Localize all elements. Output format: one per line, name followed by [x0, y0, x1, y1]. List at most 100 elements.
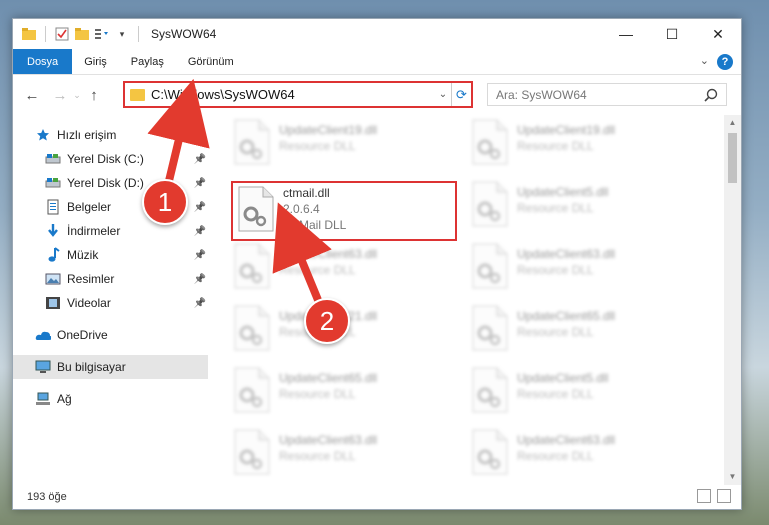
- file-name: UpdateClient65.dll: [279, 371, 378, 385]
- customize-icon[interactable]: [94, 26, 110, 42]
- music-icon: [45, 247, 61, 263]
- close-button[interactable]: ✕: [695, 19, 741, 49]
- tab-share[interactable]: Paylaş: [119, 49, 176, 74]
- properties-icon[interactable]: [54, 26, 70, 42]
- pin-icon[interactable]: 📌: [194, 298, 206, 309]
- sidebar-item[interactable]: Ağ: [13, 387, 208, 411]
- dll-file-icon: [471, 367, 509, 413]
- scrollbar-thumb[interactable]: [728, 133, 737, 183]
- refresh-icon[interactable]: ⟳: [451, 83, 471, 106]
- toolbar-divider: [45, 26, 46, 42]
- file-tile[interactable]: UpdateClient63.dll Resource DLL: [233, 243, 463, 295]
- file-tile[interactable]: UpdateClient5.dll Resource DLL: [471, 367, 701, 419]
- scroll-down-icon[interactable]: ▼: [724, 469, 741, 485]
- search-input[interactable]: Ara: SysWOW64: [487, 83, 727, 106]
- file-type: Resource DLL: [517, 263, 594, 277]
- file-tile[interactable]: UpdateClient63.dll Resource DLL: [471, 243, 701, 295]
- address-dropdown-icon[interactable]: ⌄: [435, 89, 451, 100]
- up-icon[interactable]: ↑: [83, 84, 105, 106]
- dll-file-icon: [471, 119, 509, 165]
- scroll-up-icon[interactable]: ▲: [724, 115, 741, 131]
- computer-icon: [35, 359, 51, 375]
- title-bar: ▾ SysWOW64 — ☐ ✕: [13, 19, 741, 49]
- step-1-badge: 1: [142, 179, 188, 225]
- file-type: Resource DLL: [517, 449, 594, 463]
- pin-icon[interactable]: 📌: [194, 250, 206, 261]
- status-bar: 193 öğe: [13, 485, 741, 509]
- help-icon[interactable]: ?: [717, 54, 733, 70]
- file-name: UpdateClient5.dll: [517, 185, 609, 199]
- pin-icon[interactable]: 📌: [194, 274, 206, 285]
- sidebar-item[interactable]: Bu bilgisayar: [13, 355, 208, 379]
- file-tile[interactable]: UpdateClient63.dll Resource DLL: [233, 429, 463, 481]
- sidebar-item-label: Videolar: [67, 296, 111, 310]
- file-name: UpdateClient19.dll: [279, 123, 378, 137]
- sidebar-item-label: Yerel Disk (D:): [67, 176, 144, 190]
- item-count: 193 öğe: [27, 491, 67, 503]
- sidebar-item[interactable]: Hızlı erişim: [13, 123, 208, 147]
- dll-file-icon: [471, 181, 509, 227]
- forward-icon[interactable]: →: [49, 84, 71, 106]
- file-type: Resource DLL: [279, 449, 356, 463]
- file-name: UpdateClient63.dll: [279, 433, 378, 447]
- file-description: CTMail DLL: [283, 218, 347, 232]
- sidebar-item-label: Hızlı erişim: [57, 128, 117, 142]
- file-type: Resource DLL: [517, 387, 594, 401]
- navigation-pane: Hızlı erişim Yerel Disk (C:) 📌 Yerel Disk (…: [13, 115, 208, 485]
- explorer-window: ▾ SysWOW64 — ☐ ✕ Dosya Giriş Paylaş Görü…: [12, 18, 742, 510]
- file-type: Resource DLL: [517, 325, 594, 339]
- qat-dropdown-icon[interactable]: ▾: [114, 26, 130, 42]
- expand-ribbon-icon[interactable]: ⌄: [700, 54, 709, 67]
- recent-dropdown-icon[interactable]: ⌄: [71, 84, 83, 106]
- file-type: Resource DLL: [279, 263, 356, 277]
- minimize-button[interactable]: —: [603, 19, 649, 49]
- onedrive-icon: [35, 327, 51, 343]
- back-icon[interactable]: ←: [21, 84, 43, 106]
- window-controls: — ☐ ✕: [603, 19, 741, 49]
- download-icon: [45, 223, 61, 239]
- dll-file-icon: [233, 429, 271, 475]
- details-view-icon[interactable]: [697, 489, 711, 503]
- vertical-scrollbar[interactable]: ▲ ▼: [724, 115, 741, 485]
- quick-access-toolbar: ▾: [13, 26, 143, 42]
- file-tile[interactable]: UpdateClient65.dll Resource DLL: [233, 367, 463, 419]
- address-path[interactable]: C:\Windows\SysWOW64: [151, 87, 435, 102]
- drive-icon: [45, 151, 61, 167]
- file-tile[interactable]: UpdateClient65.dll Resource DLL: [471, 305, 701, 357]
- sidebar-item[interactable]: Resimler 📌: [13, 267, 208, 291]
- file-name: ctmail.dll: [283, 186, 330, 200]
- tab-file[interactable]: Dosya: [13, 49, 73, 74]
- large-icons-view-icon[interactable]: [717, 489, 731, 503]
- dll-file-icon: [237, 186, 275, 232]
- address-bar[interactable]: C:\Windows\SysWOW64 ⌄ ⟳: [123, 81, 473, 108]
- file-tile[interactable]: UpdateClient19.dll Resource DLL: [233, 119, 463, 171]
- sidebar-item-label: Resimler: [67, 272, 115, 286]
- new-folder-icon[interactable]: [74, 26, 90, 42]
- sidebar-item[interactable]: Videolar 📌: [13, 291, 208, 315]
- file-tile-ctmail[interactable]: ctmail.dll 2.0.6.4 CTMail DLL: [237, 186, 467, 238]
- tab-view[interactable]: Görünüm: [176, 49, 246, 74]
- pin-icon[interactable]: 📌: [194, 226, 206, 237]
- sidebar-item[interactable]: OneDrive: [13, 323, 208, 347]
- maximize-button[interactable]: ☐: [649, 19, 695, 49]
- file-tile[interactable]: UpdateClient19.dll Resource DLL: [471, 119, 701, 171]
- tab-home[interactable]: Giriş: [72, 49, 119, 74]
- pin-icon[interactable]: 📌: [194, 178, 206, 189]
- sidebar-item[interactable]: Yerel Disk (C:) 📌: [13, 147, 208, 171]
- pin-icon[interactable]: 📌: [194, 202, 206, 213]
- sidebar-item-label: Ağ: [57, 392, 72, 406]
- content-area: Hızlı erişim Yerel Disk (C:) 📌 Yerel Disk (…: [13, 115, 741, 485]
- star-icon: [35, 127, 51, 143]
- toolbar-divider: [138, 26, 139, 42]
- ribbon-tabs: Dosya Giriş Paylaş Görünüm ⌄ ?: [13, 49, 741, 75]
- search-icon[interactable]: [704, 88, 718, 105]
- folder-icon[interactable]: [21, 26, 37, 42]
- file-tile[interactable]: UpdateClient5.dll Resource DLL: [471, 181, 701, 233]
- pictures-icon: [45, 271, 61, 287]
- pin-icon[interactable]: 📌: [194, 154, 206, 165]
- sidebar-item[interactable]: Müzik 📌: [13, 243, 208, 267]
- sidebar-item[interactable]: İndirmeler 📌: [13, 219, 208, 243]
- file-tile[interactable]: UpdateClient63.dll Resource DLL: [471, 429, 701, 481]
- sidebar-item-label: Belgeler: [67, 200, 112, 214]
- search-placeholder: Ara: SysWOW64: [496, 87, 587, 102]
